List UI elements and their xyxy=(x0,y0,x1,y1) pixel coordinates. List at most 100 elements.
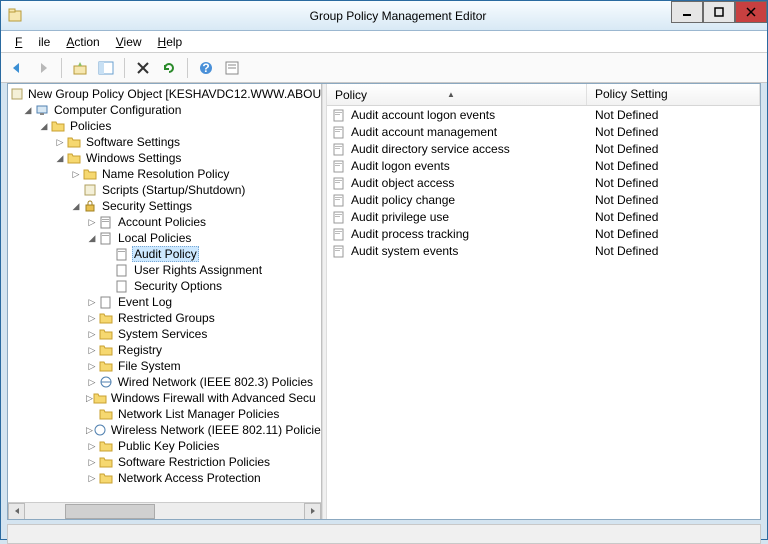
column-setting[interactable]: Policy Setting xyxy=(587,84,760,105)
policy-setting: Not Defined xyxy=(595,159,658,173)
tree-policies[interactable]: ◢Policies xyxy=(8,118,321,134)
list-row[interactable]: Audit account logon eventsNot Defined xyxy=(327,106,760,123)
list-row[interactable]: Audit process trackingNot Defined xyxy=(327,225,760,242)
tree-software-restriction[interactable]: ▷Software Restriction Policies xyxy=(8,454,321,470)
tree-windows-settings[interactable]: ◢Windows Settings xyxy=(8,150,321,166)
expand-icon[interactable]: ▷ xyxy=(86,440,98,452)
tree-wireless-network[interactable]: ▷Wireless Network (IEEE 802.11) Policies xyxy=(8,422,321,438)
expand-icon[interactable]: ▷ xyxy=(86,344,98,356)
expand-icon[interactable]: ▷ xyxy=(86,312,98,324)
back-button[interactable] xyxy=(5,56,29,80)
tree-root[interactable]: New Group Policy Object [KESHAVDC12.WWW.… xyxy=(8,86,321,102)
expand-icon[interactable]: ▷ xyxy=(54,136,66,148)
delete-button[interactable] xyxy=(131,56,155,80)
expand-icon[interactable]: ▷ xyxy=(86,360,98,372)
tree-local-policies[interactable]: ◢Local Policies xyxy=(8,230,321,246)
expand-icon[interactable]: ▷ xyxy=(70,168,82,180)
tree-restricted-groups[interactable]: ▷Restricted Groups xyxy=(8,310,321,326)
collapse-icon[interactable]: ◢ xyxy=(70,200,82,212)
policy-item-icon xyxy=(331,210,347,224)
list-row[interactable]: Audit directory service accessNot Define… xyxy=(327,140,760,157)
scroll-left-button[interactable] xyxy=(8,503,25,520)
policy-icon xyxy=(114,279,130,293)
expand-icon[interactable]: ▷ xyxy=(86,296,98,308)
svg-text:?: ? xyxy=(202,61,209,75)
policy-name: Audit system events xyxy=(351,244,595,258)
folder-icon xyxy=(50,119,66,133)
tree-system-services[interactable]: ▷System Services xyxy=(8,326,321,342)
status-bar xyxy=(7,524,761,544)
menu-action[interactable]: Action xyxy=(58,33,107,51)
expand-icon[interactable]: ▷ xyxy=(86,424,93,436)
folder-icon xyxy=(98,407,114,421)
expand-icon[interactable]: ▷ xyxy=(86,216,98,228)
policy-icon xyxy=(98,215,114,229)
expand-icon[interactable]: ▷ xyxy=(86,392,93,404)
minimize-button[interactable] xyxy=(671,1,703,23)
policy-name: Audit process tracking xyxy=(351,227,595,241)
collapse-icon[interactable]: ◢ xyxy=(22,104,34,116)
list-body[interactable]: Audit account logon eventsNot DefinedAud… xyxy=(327,106,760,519)
policy-setting: Not Defined xyxy=(595,125,658,139)
tree-name-resolution[interactable]: ▷Name Resolution Policy xyxy=(8,166,321,182)
tree-security-settings[interactable]: ◢Security Settings xyxy=(8,198,321,214)
tree-file-system[interactable]: ▷File System xyxy=(8,358,321,374)
tree-public-key[interactable]: ▷Public Key Policies xyxy=(8,438,321,454)
scroll-right-button[interactable] xyxy=(304,503,321,520)
menu-file[interactable]: File xyxy=(7,33,58,51)
properties-button[interactable] xyxy=(220,56,244,80)
expand-icon[interactable]: ▷ xyxy=(86,472,98,484)
tree-registry[interactable]: ▷Registry xyxy=(8,342,321,358)
list-row[interactable]: Audit logon eventsNot Defined xyxy=(327,157,760,174)
tree-network-list[interactable]: Network List Manager Policies xyxy=(8,406,321,422)
expand-icon[interactable]: ▷ xyxy=(86,456,98,468)
forward-button[interactable] xyxy=(31,56,55,80)
help-button[interactable]: ? xyxy=(194,56,218,80)
separator xyxy=(61,58,62,78)
column-policy[interactable]: Policy▲ xyxy=(327,84,587,105)
menu-help[interactable]: Help xyxy=(150,33,191,51)
folder-icon xyxy=(98,311,114,325)
tree-network-access[interactable]: ▷Network Access Protection xyxy=(8,470,321,486)
policy-setting: Not Defined xyxy=(595,210,658,224)
policy-setting: Not Defined xyxy=(595,193,658,207)
refresh-button[interactable] xyxy=(157,56,181,80)
show-hide-tree-button[interactable] xyxy=(94,56,118,80)
tree-scripts[interactable]: Scripts (Startup/Shutdown) xyxy=(8,182,321,198)
policy-name: Audit account management xyxy=(351,125,595,139)
list-row[interactable]: Audit object accessNot Defined xyxy=(327,174,760,191)
list-row[interactable]: Audit system eventsNot Defined xyxy=(327,242,760,259)
collapse-icon[interactable]: ◢ xyxy=(54,152,66,164)
horizontal-scrollbar[interactable] xyxy=(8,502,321,519)
list-header: Policy▲ Policy Setting xyxy=(327,84,760,106)
collapse-icon[interactable]: ◢ xyxy=(38,120,50,132)
scroll-thumb[interactable] xyxy=(65,504,155,519)
expand-icon[interactable]: ▷ xyxy=(86,376,98,388)
policy-name: Audit directory service access xyxy=(351,142,595,156)
up-button[interactable] xyxy=(68,56,92,80)
collapse-icon[interactable]: ◢ xyxy=(86,232,98,244)
tree-user-rights[interactable]: User Rights Assignment xyxy=(8,262,321,278)
tree-wired-network[interactable]: ▷Wired Network (IEEE 802.3) Policies xyxy=(8,374,321,390)
policy-name: Audit account logon events xyxy=(351,108,595,122)
list-row[interactable]: Audit account managementNot Defined xyxy=(327,123,760,140)
tree-event-log[interactable]: ▷Event Log xyxy=(8,294,321,310)
list-row[interactable]: Audit policy changeNot Defined xyxy=(327,191,760,208)
tree-audit-policy[interactable]: Audit Policy xyxy=(8,246,321,262)
policy-setting: Not Defined xyxy=(595,108,658,122)
folder-icon xyxy=(98,343,114,357)
tree-computer-config[interactable]: ◢Computer Configuration xyxy=(8,102,321,118)
menu-bar: File Action View Help xyxy=(1,31,767,53)
tree-firewall[interactable]: ▷Windows Firewall with Advanced Secu xyxy=(8,390,321,406)
tree-security-options[interactable]: Security Options xyxy=(8,278,321,294)
toolbar: ? xyxy=(1,53,767,83)
expand-icon[interactable]: ▷ xyxy=(86,328,98,340)
policy-setting: Not Defined xyxy=(595,176,658,190)
navigation-tree[interactable]: New Group Policy Object [KESHAVDC12.WWW.… xyxy=(8,84,321,504)
tree-software-settings[interactable]: ▷Software Settings xyxy=(8,134,321,150)
list-row[interactable]: Audit privilege useNot Defined xyxy=(327,208,760,225)
menu-view[interactable]: View xyxy=(108,33,150,51)
close-button[interactable] xyxy=(735,1,767,23)
tree-account-policies[interactable]: ▷Account Policies xyxy=(8,214,321,230)
maximize-button[interactable] xyxy=(703,1,735,23)
